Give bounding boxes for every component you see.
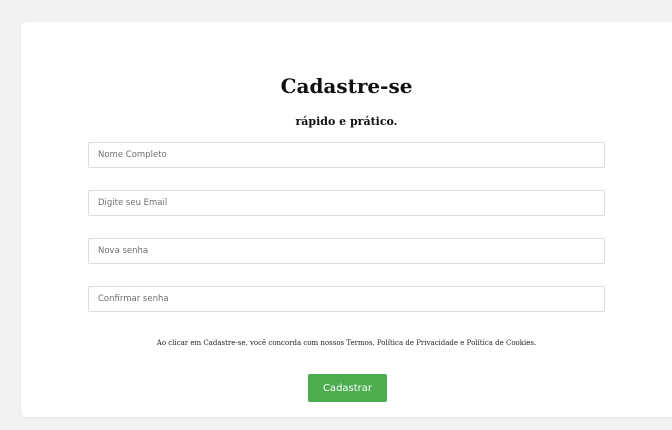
page-title: Cadastre-se [280, 74, 413, 98]
email-input[interactable] [88, 190, 605, 216]
register-button[interactable]: Cadastrar [308, 374, 387, 402]
full-name-input[interactable] [88, 142, 605, 168]
confirm-password-input[interactable] [88, 286, 605, 312]
new-password-input[interactable] [88, 238, 605, 264]
terms-notice: Ao clicar em Cadastre-se, você concorda … [156, 339, 537, 347]
signup-card: Cadastre-se rápido e prático. Ao clicar … [21, 22, 672, 417]
page-subtitle: rápido e prático. [295, 115, 398, 128]
